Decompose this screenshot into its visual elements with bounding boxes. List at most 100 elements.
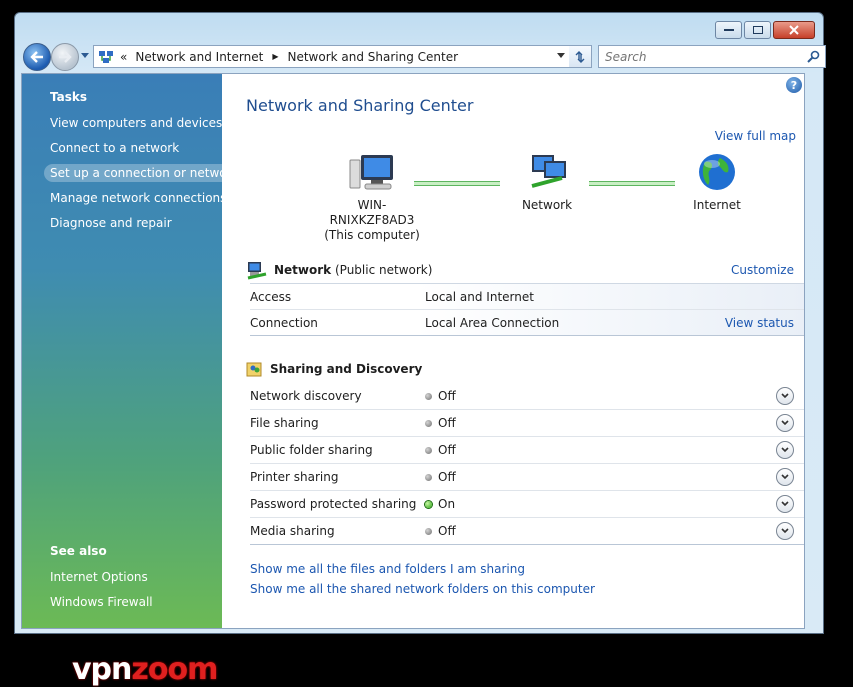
public-folder-sharing-label: Public folder sharing [250,443,373,457]
public-folder-sharing-state: Off [425,443,456,457]
connection-value: Local Area Connection [425,315,560,330]
arrow-left-icon [30,51,43,63]
network-details-table: Access Local and Internet Connection Loc… [250,283,804,336]
search-input[interactable] [603,48,797,65]
file-sharing-label: File sharing [250,416,319,430]
search-box[interactable] [598,45,826,68]
sharing-section-header: Sharing and Discovery [246,360,422,378]
internet-node[interactable]: Internet [687,152,747,213]
access-value: Local and Internet [425,289,534,304]
search-icon[interactable] [807,50,820,63]
address-dropdown-icon[interactable] [557,53,565,59]
chevron-down-icon [781,420,789,426]
expand-password-protected-sharing-button[interactable] [776,495,794,513]
main-content: ? Network and Sharing Center View full m… [222,74,804,628]
this-computer-node[interactable]: WIN-RNIXKZF8AD3 (This computer) [317,152,427,243]
chevron-down-icon [781,528,789,534]
network-discovery-state: Off [425,389,456,403]
media-sharing-label: Media sharing [250,524,335,538]
sharing-table: Network discovery Off File sharing Off P… [250,382,804,545]
password-protected-sharing-state: On [425,497,455,511]
breadcrumb-separator[interactable]: ▶ [272,52,278,61]
expand-printer-sharing-button[interactable] [776,468,794,486]
recent-pages-dropdown-icon[interactable] [81,53,89,59]
network-icon [531,155,566,188]
computer-icon [349,155,393,190]
watermark-logo: vpnzoom [72,652,218,687]
see-also-windows-firewall[interactable]: Windows Firewall [50,595,153,609]
sharing-heading: Sharing and Discovery [270,362,423,376]
status-off-icon [425,447,432,454]
connection-row: Connection Local Area Connection View st… [250,310,804,336]
back-button[interactable] [23,43,51,71]
expand-file-sharing-button[interactable] [776,414,794,432]
view-full-map-link[interactable]: View full map [715,129,796,143]
password-protected-sharing-row[interactable]: Password protected sharing On [250,491,804,518]
task-view-computers-and-devices[interactable]: View computers and devices [50,116,222,130]
status-on-icon [425,501,432,508]
expand-network-discovery-button[interactable] [776,386,794,405]
public-folder-sharing-row[interactable]: Public folder sharing Off [250,437,804,464]
network-icon [247,262,267,280]
status-off-icon [425,528,432,535]
customize-link[interactable]: Customize [731,263,794,277]
network-folder-icon [99,50,113,63]
maximize-button[interactable] [744,21,771,39]
show-shared-files-link[interactable]: Show me all the files and folders I am s… [250,562,525,576]
breadcrumb-network-and-internet[interactable]: Network and Internet [135,50,263,64]
status-off-icon [425,420,432,427]
help-icon[interactable]: ? [786,77,802,93]
access-row: Access Local and Internet [250,284,804,310]
view-status-link[interactable]: View status [725,316,794,330]
network-discovery-row[interactable]: Network discovery Off [250,382,804,410]
printer-sharing-row[interactable]: Printer sharing Off [250,464,804,491]
task-connect-to-a-network[interactable]: Connect to a network [50,141,179,155]
address-prefix[interactable]: « [120,50,127,64]
chevron-down-icon [781,501,789,507]
tasks-heading: Tasks [50,90,88,104]
computer-name: WIN-RNIXKZF8AD3 [329,198,415,227]
network-section-header: Network (Public network) [246,260,432,280]
show-shared-network-folders-link[interactable]: Show me all the shared network folders o… [250,582,595,596]
page-title: Network and Sharing Center [246,96,474,115]
file-sharing-state: Off [425,416,456,430]
access-label: Access [250,289,292,304]
see-also-internet-options[interactable]: Internet Options [50,570,148,584]
network-node[interactable]: Network [512,152,582,213]
internet-label: Internet [693,198,741,212]
task-pane: Tasks View computers and devices Connect… [22,74,245,628]
task-manage-network-connections[interactable]: Manage network connections [50,191,226,205]
see-also-heading: See also [50,544,107,558]
close-icon [789,25,799,35]
close-button[interactable] [773,21,815,39]
breadcrumb-network-and-sharing-center[interactable]: Network and Sharing Center [287,50,458,64]
maximize-icon [752,26,763,34]
media-sharing-row[interactable]: Media sharing Off [250,518,804,545]
printer-sharing-state: Off [425,470,456,484]
password-protected-sharing-label: Password protected sharing [250,497,417,511]
task-diagnose-and-repair[interactable]: Diagnose and repair [50,216,172,230]
caption-buttons [715,21,815,39]
arrow-right-icon [59,51,72,63]
status-off-icon [425,392,432,400]
minimize-button[interactable] [715,21,742,39]
expand-public-folder-sharing-button[interactable] [776,441,794,459]
forward-button[interactable] [51,43,79,71]
refresh-button[interactable] [569,45,592,68]
file-sharing-row[interactable]: File sharing Off [250,410,804,437]
globe-icon [699,154,735,190]
task-set-up-a-connection-or-network[interactable]: Set up a connection or network [44,164,245,182]
watermark-part1: vpn [72,652,132,687]
address-bar[interactable]: « Network and Internet ▶ Network and Sha… [93,45,571,68]
connection-line-1 [414,181,500,186]
computer-subtitle: (This computer) [324,228,420,242]
network-type: (Public network) [334,263,433,277]
network-label: Network [521,198,573,212]
explorer-window: « Network and Internet ▶ Network and Sha… [14,12,826,687]
chevron-down-icon [781,392,789,398]
sharing-icon [246,362,262,377]
media-sharing-state: Off [425,524,456,538]
connection-label: Connection [250,315,318,330]
expand-media-sharing-button[interactable] [776,522,794,540]
status-off-icon [425,474,432,481]
